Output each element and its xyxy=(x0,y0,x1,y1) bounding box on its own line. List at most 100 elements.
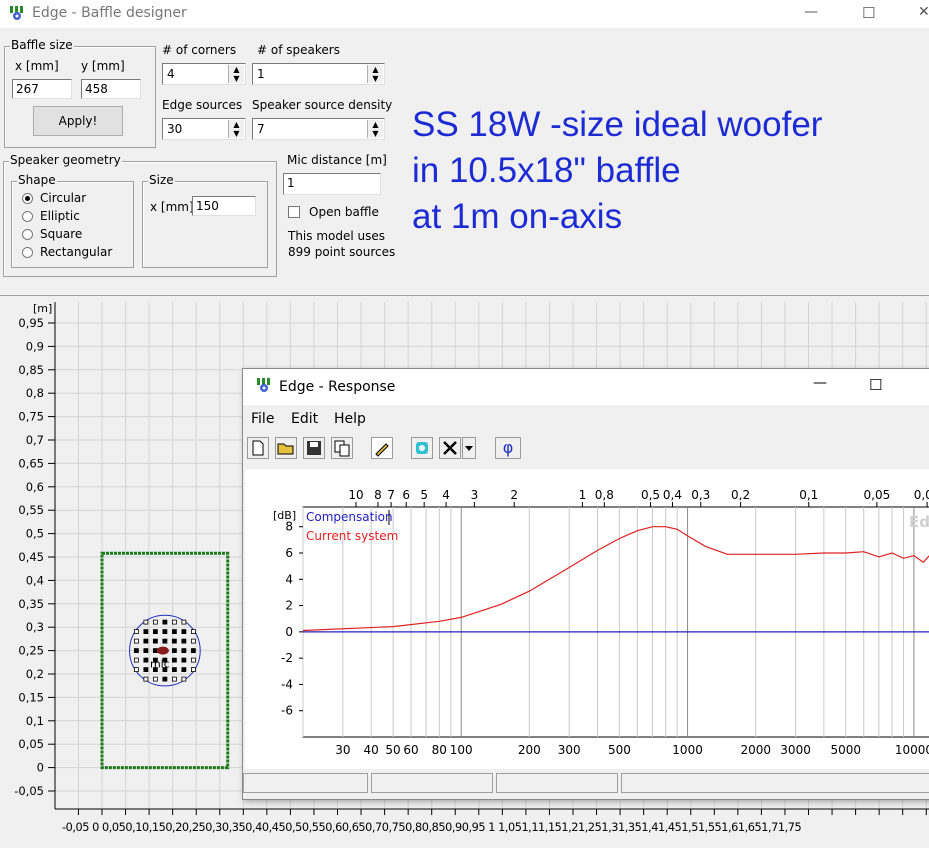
y-tick-label: 0,85 xyxy=(18,363,44,377)
shape-square-radio[interactable] xyxy=(22,229,33,240)
top-tick-label: 0,2 xyxy=(731,488,750,502)
point-source xyxy=(143,638,149,644)
shape-square-label[interactable]: Square xyxy=(40,227,82,241)
minimize-button[interactable]: — xyxy=(804,4,818,20)
mic-label: mic xyxy=(150,658,170,671)
y-tick-label: -4 xyxy=(281,677,293,691)
spinner-arrows-icon[interactable]: ▲ ▼ xyxy=(228,120,244,138)
corners-label: # of corners xyxy=(162,43,237,57)
close-button[interactable]: ✕ xyxy=(918,4,929,20)
legend-entry: Compensation xyxy=(306,510,393,524)
y-tick-label: 0,4 xyxy=(26,573,44,587)
mic-distance-label: Mic distance [m] xyxy=(287,153,387,167)
point-source xyxy=(162,638,168,644)
point-source xyxy=(190,629,196,635)
status-segment-1 xyxy=(243,773,368,793)
baffle-y-input[interactable]: 458 xyxy=(81,79,141,99)
model-info-line2: 899 point sources xyxy=(288,245,396,259)
point-source xyxy=(171,667,177,673)
open-baffle-label[interactable]: Open baffle xyxy=(309,205,379,219)
point-source xyxy=(162,676,168,682)
annotation-line3: at 1m on-axis xyxy=(412,197,623,236)
point-source xyxy=(162,619,168,625)
shape-rectangular-radio[interactable] xyxy=(22,247,33,258)
y-tick-label: 0,65 xyxy=(18,456,44,470)
divider xyxy=(0,295,929,296)
y-tick-label: 0,55 xyxy=(18,503,44,517)
menu-edit[interactable]: Edit xyxy=(291,411,318,427)
point-source xyxy=(143,648,149,654)
x-tick-label: 50 xyxy=(385,743,400,757)
x-tick-label: 5000 xyxy=(831,743,862,757)
baffle-size-label: Baffle size xyxy=(10,38,74,52)
new-icon[interactable] xyxy=(247,437,269,459)
speaker-icon[interactable] xyxy=(411,437,433,459)
speaker-density-value: 7 xyxy=(257,122,265,136)
menu-file[interactable]: File xyxy=(251,411,274,427)
shape-elliptic-radio[interactable] xyxy=(22,211,33,222)
shape-elliptic-label[interactable]: Elliptic xyxy=(40,209,80,223)
x-tick-label: 40 xyxy=(364,743,379,757)
y-tick-label: 0,8 xyxy=(26,386,44,400)
speakers-value: 1 xyxy=(257,67,265,81)
dropdown-icon[interactable] xyxy=(462,437,476,459)
status-segment-2 xyxy=(371,773,493,793)
point-source xyxy=(152,676,158,682)
shape-circular-radio[interactable] xyxy=(22,193,33,204)
response-maximize-button[interactable]: ☐ xyxy=(869,376,882,394)
shape-label: Shape xyxy=(17,173,57,187)
open-baffle-checkbox[interactable] xyxy=(288,206,300,218)
speaker-density-spinner[interactable]: 7 ▲ ▼ xyxy=(252,118,385,140)
speaker-geometry-label: Speaker geometry xyxy=(9,153,122,167)
point-source xyxy=(143,657,149,663)
y-tick-label: 0,15 xyxy=(18,690,44,704)
top-tick-label: 1 xyxy=(579,488,587,502)
point-source xyxy=(152,648,158,654)
baffle-x-input[interactable]: 267 xyxy=(12,79,72,99)
maximize-button[interactable]: ☐ xyxy=(862,4,875,22)
point-source xyxy=(181,657,187,663)
legend-entry: Current system xyxy=(306,529,398,543)
phase-icon[interactable]: φ xyxy=(495,437,521,459)
corners-spinner[interactable]: 4 ▲ ▼ xyxy=(162,63,246,85)
pen-icon[interactable] xyxy=(371,437,393,459)
spinner-arrows-icon[interactable]: ▲ ▼ xyxy=(228,65,244,83)
response-title-bar[interactable]: Edge - Response — ☐ xyxy=(243,369,929,405)
spinner-arrows-icon[interactable]: ▲ ▼ xyxy=(367,65,383,83)
menu-help[interactable]: Help xyxy=(334,411,366,427)
mic-distance-input[interactable]: 1 xyxy=(283,173,381,195)
mic-marker xyxy=(156,646,169,655)
status-segment-3 xyxy=(496,773,618,793)
point-source xyxy=(152,638,158,644)
top-tick-label: 2 xyxy=(510,488,518,502)
x-tick-label: 2000 xyxy=(740,743,771,757)
speakers-spinner[interactable]: 1 ▲ ▼ xyxy=(252,63,385,85)
response-window[interactable]: Edge - Response — ☐ File Edit Help φ 8 6 4… xyxy=(242,368,929,800)
status-segment-4 xyxy=(621,773,929,793)
response-chart[interactable]: 86420-2-4-6[dB]30 40 50 60 80 100 200 300 500 100… xyxy=(245,469,929,769)
save-icon[interactable] xyxy=(303,437,325,459)
apply-button[interactable]: Apply! xyxy=(33,106,123,136)
point-source xyxy=(152,629,158,635)
y-axis-label: [dB] xyxy=(273,509,296,522)
y-tick-label: 0,05 xyxy=(18,737,44,751)
delete-icon[interactable] xyxy=(439,437,461,459)
top-tick-label: 0,8 xyxy=(595,488,614,502)
shape-circular-label[interactable]: Circular xyxy=(40,191,86,205)
y-tick-label: 0,45 xyxy=(18,550,44,564)
app-icon xyxy=(10,6,23,20)
top-tick-label: 6 xyxy=(402,488,410,502)
spinner-arrows-icon[interactable]: ▲ ▼ xyxy=(367,120,383,138)
top-tick-label: 8 xyxy=(374,488,382,502)
y-tick-label: 4 xyxy=(285,572,293,586)
open-icon[interactable] xyxy=(275,437,297,459)
edge-sources-spinner[interactable]: 30 ▲ ▼ xyxy=(162,118,246,140)
main-title-bar[interactable]: Edge - Baffle designer — ☐ ✕ xyxy=(0,0,929,28)
copy-icon[interactable] xyxy=(331,437,353,459)
y-tick-label: 0,75 xyxy=(18,410,44,424)
shape-rectangular-label[interactable]: Rectangular xyxy=(40,245,112,259)
point-source xyxy=(133,667,139,673)
response-minimize-button[interactable]: — xyxy=(813,375,827,391)
top-tick-label: 5 xyxy=(420,488,428,502)
size-x-input[interactable]: 150 xyxy=(192,196,256,216)
